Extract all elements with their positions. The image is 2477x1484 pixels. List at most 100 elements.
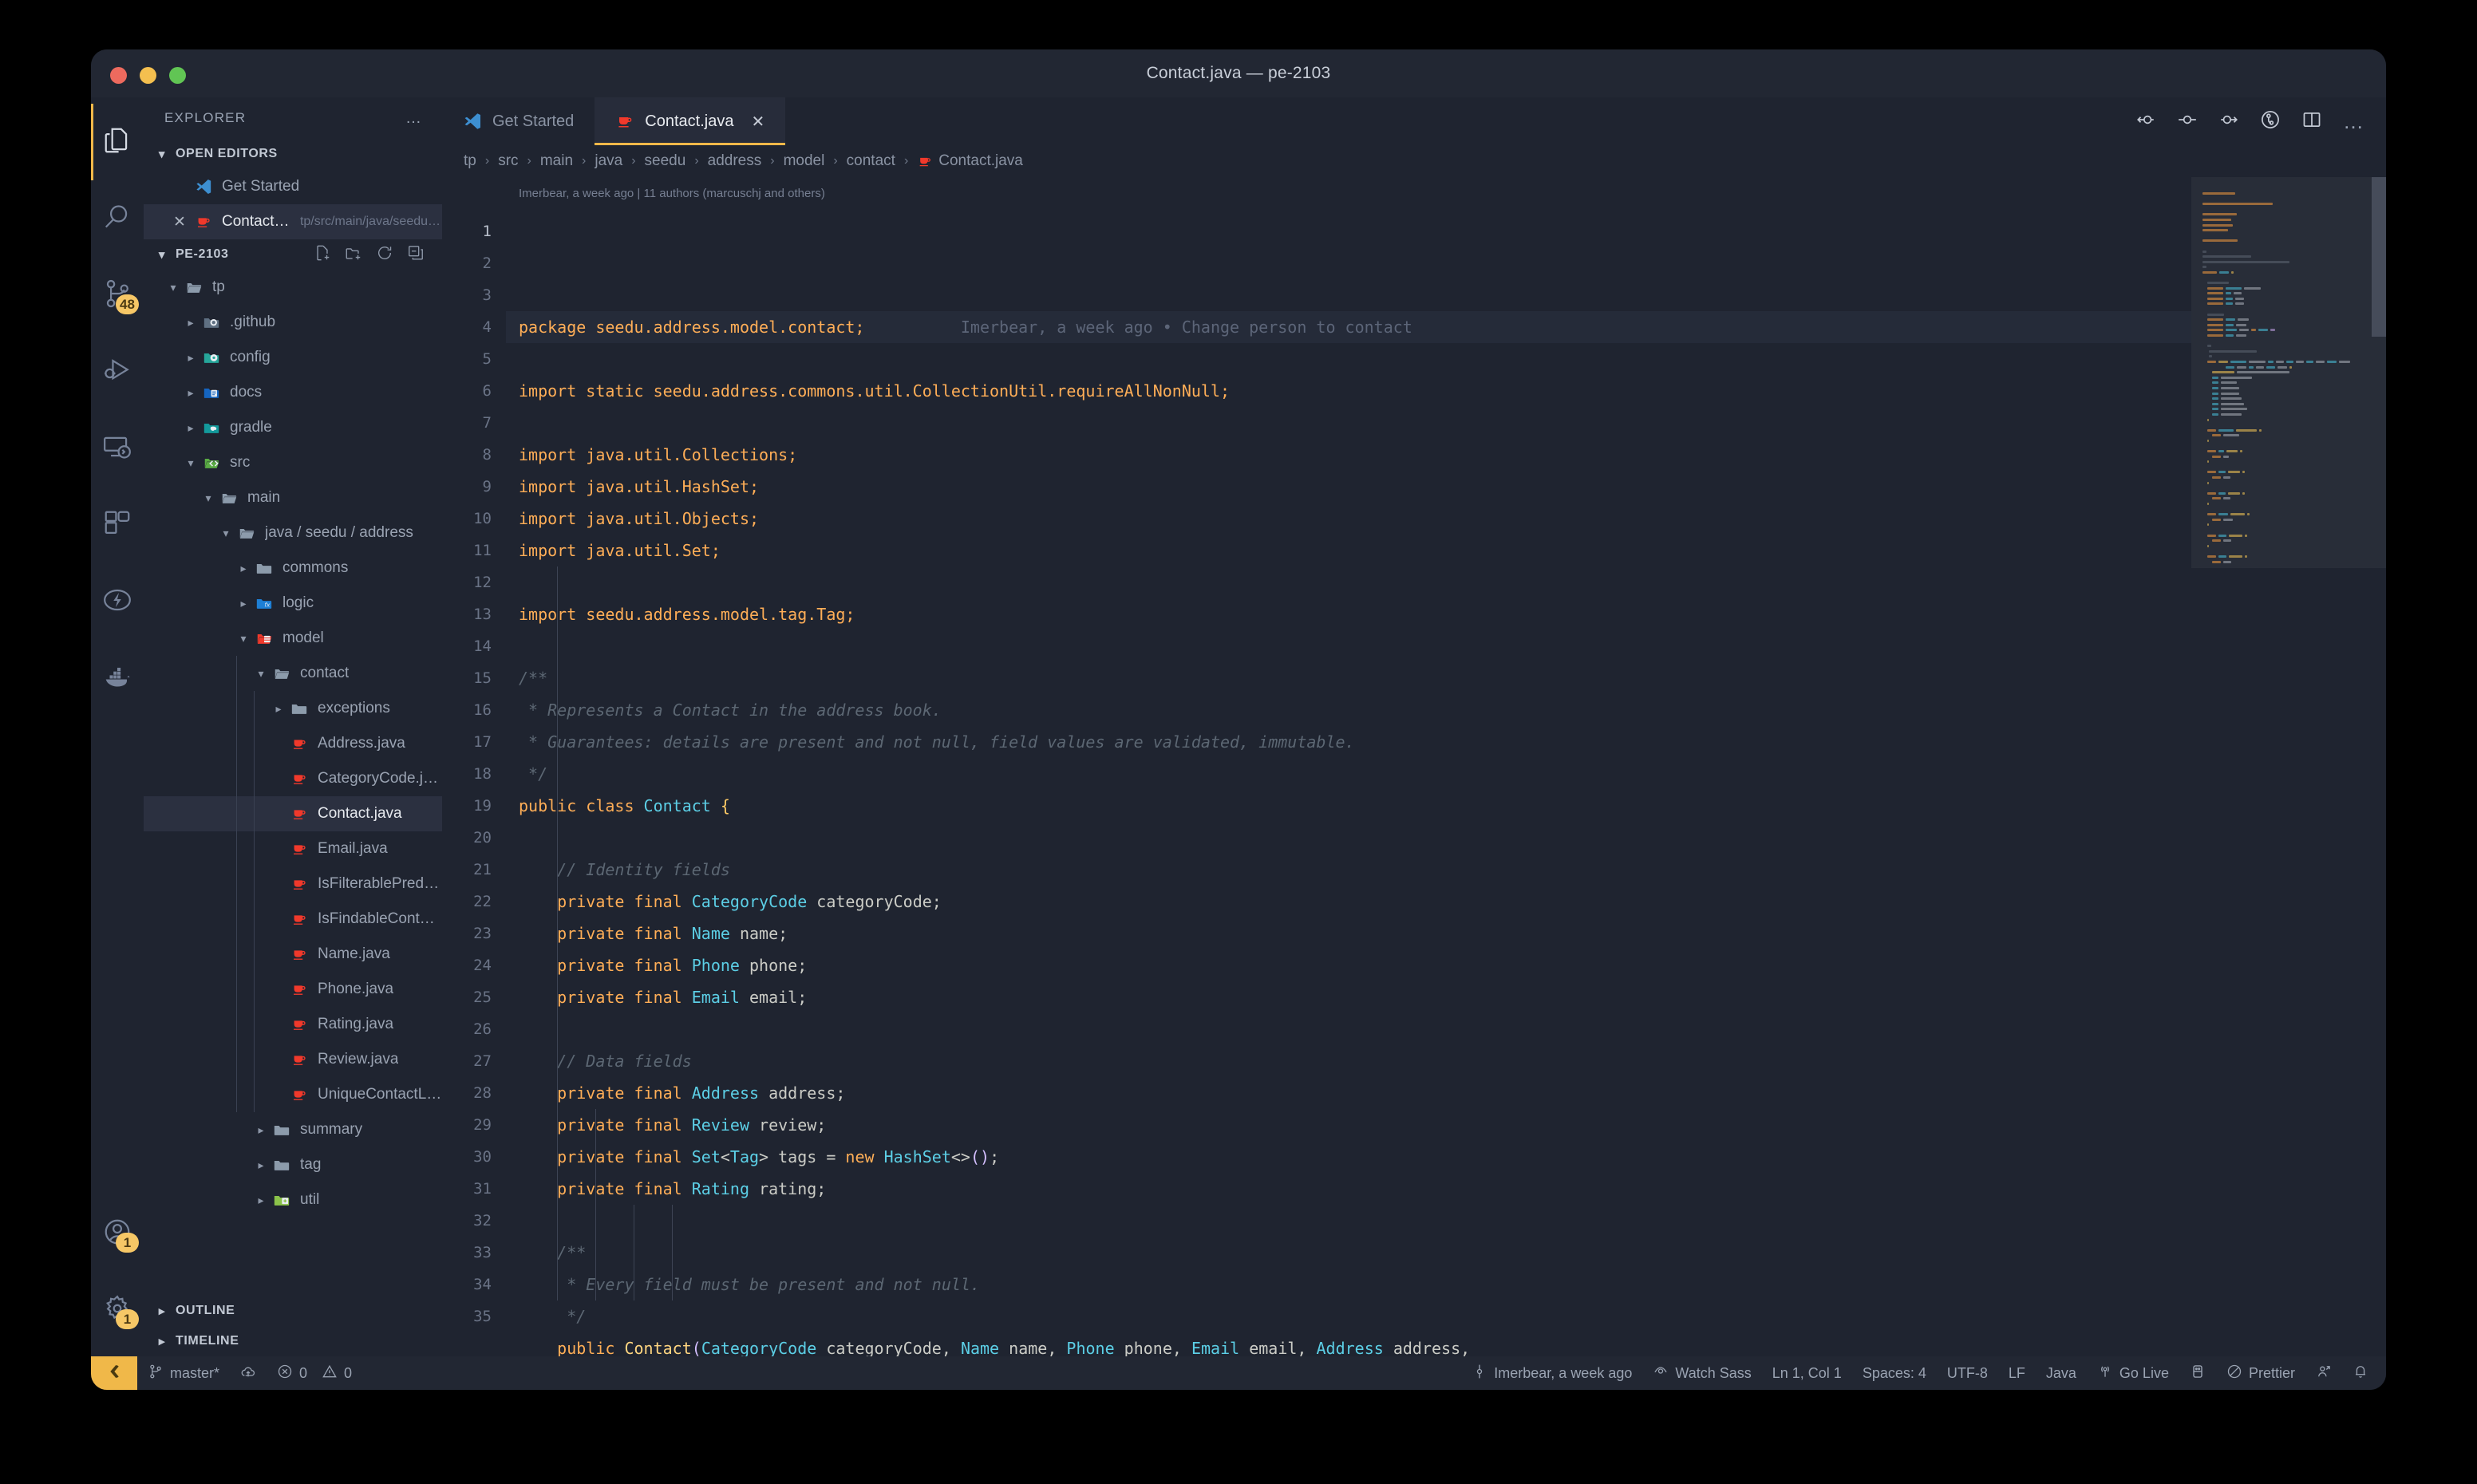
section-project-root[interactable]: ▾ PE-2103 bbox=[144, 239, 442, 270]
code-line[interactable]: import java.util.Set; bbox=[506, 535, 2191, 566]
tree-folder-item[interactable]: ▸util bbox=[144, 1182, 442, 1218]
tree-folder-item[interactable]: ▸summary bbox=[144, 1112, 442, 1147]
tree-folder-item[interactable]: ▾main bbox=[144, 480, 442, 515]
minimize-window-button[interactable] bbox=[140, 67, 156, 84]
code-content[interactable]: Imerbear, a week ago | 11 authors (marcu… bbox=[506, 177, 2191, 1356]
status-branch[interactable]: master* bbox=[137, 1356, 230, 1390]
status-gitlens[interactable] bbox=[2179, 1356, 2216, 1390]
activity-item-accounts[interactable]: 1 bbox=[91, 1195, 144, 1272]
tree-file-item[interactable]: Phone.java bbox=[144, 972, 442, 1007]
activity-item-run-and-debug[interactable] bbox=[91, 334, 144, 410]
code-line[interactable]: private final Name name; bbox=[506, 918, 2191, 949]
open-editor-item-get-started[interactable]: Get Started bbox=[144, 169, 442, 204]
code-line[interactable]: import java.util.Collections; bbox=[506, 439, 2191, 471]
code-line[interactable]: * Guarantees: details are present and no… bbox=[506, 726, 2191, 758]
tree-file-item[interactable]: Rating.java bbox=[144, 1007, 442, 1042]
code-editor[interactable]: 1234567891011121314151617181920212223242… bbox=[442, 177, 2386, 1356]
new-folder-icon[interactable] bbox=[345, 244, 362, 266]
code-line[interactable]: */ bbox=[506, 1300, 2191, 1332]
tree-folder-item[interactable]: ▸commons bbox=[144, 551, 442, 586]
tree-folder-item[interactable]: ▸config bbox=[144, 340, 442, 375]
tab-contact-java[interactable]: Contact.java ✕ bbox=[595, 97, 785, 145]
close-tab-icon[interactable]: ✕ bbox=[751, 112, 764, 132]
tab-get-started[interactable]: Get Started bbox=[442, 97, 595, 145]
code-line[interactable]: /** bbox=[506, 662, 2191, 694]
sidebar-more-actions-icon[interactable]: … bbox=[405, 109, 423, 128]
status-encoding[interactable]: UTF-8 bbox=[1937, 1356, 1998, 1390]
breadcrumb-item[interactable]: java bbox=[592, 152, 625, 170]
tree-folder-item[interactable]: ▸tag bbox=[144, 1147, 442, 1182]
collapse-all-icon[interactable] bbox=[407, 244, 425, 266]
code-line[interactable]: private final Set<Tag> tags = new HashSe… bbox=[506, 1141, 2191, 1173]
code-line[interactable] bbox=[506, 630, 2191, 662]
tree-folder-item[interactable]: ▾src bbox=[144, 445, 442, 480]
section-outline[interactable]: ▸ OUTLINE bbox=[144, 1296, 442, 1326]
new-file-icon[interactable] bbox=[314, 244, 331, 266]
tree-folder-item[interactable]: ▸.github bbox=[144, 305, 442, 340]
section-timeline[interactable]: ▸ TIMELINE bbox=[144, 1326, 442, 1356]
activity-item-search[interactable] bbox=[91, 180, 144, 257]
maximize-window-button[interactable] bbox=[169, 67, 186, 84]
tree-file-item[interactable]: Contact.java bbox=[144, 796, 442, 831]
code-line[interactable]: // Data fields bbox=[506, 1045, 2191, 1077]
status-prettier[interactable]: Prettier bbox=[2216, 1356, 2305, 1390]
breadcrumb-item[interactable]: src bbox=[496, 152, 520, 170]
code-line[interactable] bbox=[506, 822, 2191, 854]
breadcrumb-item[interactable]: seedu bbox=[642, 152, 689, 170]
tree-folder-item[interactable]: ▾contact bbox=[144, 656, 442, 691]
status-indentation[interactable]: Spaces: 4 bbox=[1852, 1356, 1937, 1390]
breadcrumb-item[interactable]: tp bbox=[461, 152, 479, 170]
code-line[interactable]: private final Rating rating; bbox=[506, 1173, 2191, 1205]
status-live-share[interactable] bbox=[2305, 1356, 2342, 1390]
code-line[interactable] bbox=[506, 566, 2191, 598]
breadcrumb-item[interactable]: Contact.java bbox=[915, 152, 1025, 170]
status-go-live[interactable]: Go Live bbox=[2087, 1356, 2179, 1390]
code-line[interactable] bbox=[506, 1013, 2191, 1045]
code-line[interactable]: private final Review review; bbox=[506, 1109, 2191, 1141]
breadcrumb-item[interactable]: main bbox=[538, 152, 575, 170]
code-line[interactable] bbox=[506, 1205, 2191, 1237]
code-line[interactable]: /** bbox=[506, 1237, 2191, 1269]
minimap[interactable] bbox=[2191, 177, 2386, 1356]
tree-folder-item[interactable]: ▸exceptions bbox=[144, 691, 442, 726]
tree-folder-item[interactable]: ▾model bbox=[144, 621, 442, 656]
code-line[interactable]: public class Contact { bbox=[506, 790, 2191, 822]
go-forward-icon[interactable] bbox=[2218, 109, 2239, 134]
code-line[interactable]: // Identity fields bbox=[506, 854, 2191, 886]
activity-item-docker[interactable] bbox=[91, 640, 144, 716]
status-git-blame[interactable]: Imerbear, a week ago bbox=[1461, 1356, 1642, 1390]
code-line[interactable]: * Represents a Contact in the address bo… bbox=[506, 694, 2191, 726]
breadcrumb-item[interactable]: contact bbox=[844, 152, 898, 170]
code-line[interactable]: * Every field must be present and not nu… bbox=[506, 1269, 2191, 1300]
tree-file-item[interactable]: IsFilterablePredicate.java bbox=[144, 866, 442, 902]
activity-item-source-control[interactable]: 48 bbox=[91, 257, 144, 334]
tree-file-item[interactable]: Name.java bbox=[144, 937, 442, 972]
commit-icon[interactable] bbox=[2177, 109, 2198, 134]
close-window-button[interactable] bbox=[110, 67, 127, 84]
status-sync[interactable] bbox=[230, 1356, 267, 1390]
code-line[interactable]: private final Email email; bbox=[506, 981, 2191, 1013]
refresh-icon[interactable] bbox=[376, 244, 393, 266]
code-line[interactable]: import seedu.address.model.tag.Tag; bbox=[506, 598, 2191, 630]
activity-item-remote-explorer[interactable] bbox=[91, 410, 144, 487]
go-back-icon[interactable] bbox=[2135, 109, 2156, 134]
code-line[interactable]: private final Address address; bbox=[506, 1077, 2191, 1109]
editor-scrollbar[interactable] bbox=[2372, 177, 2386, 337]
activity-item-extensions[interactable] bbox=[91, 487, 144, 563]
tree-folder-item[interactable]: ▾tp bbox=[144, 270, 442, 305]
code-line[interactable]: import java.util.HashSet; bbox=[506, 471, 2191, 503]
close-editor-icon[interactable]: ✕ bbox=[168, 213, 192, 231]
code-line[interactable]: package seedu.address.model.contact; Ime… bbox=[506, 311, 2191, 343]
status-notifications[interactable] bbox=[2342, 1356, 2386, 1390]
status-language-mode[interactable]: Java bbox=[2036, 1356, 2087, 1390]
source-control-graph-icon[interactable] bbox=[2260, 109, 2281, 134]
section-open-editors[interactable]: ▾ OPEN EDITORS bbox=[144, 139, 442, 169]
tree-folder-item[interactable]: ▸gradle bbox=[144, 410, 442, 445]
code-line[interactable]: import static seedu.address.commons.util… bbox=[506, 375, 2191, 407]
tree-file-item[interactable]: Address.java bbox=[144, 726, 442, 761]
code-line[interactable]: public Contact(CategoryCode categoryCode… bbox=[506, 1332, 2191, 1356]
tree-folder-item[interactable]: ▾java / seedu / address bbox=[144, 515, 442, 551]
tree-folder-item[interactable]: ▸fxlogic bbox=[144, 586, 442, 621]
breadcrumb-item[interactable]: address bbox=[705, 152, 764, 170]
tree-file-item[interactable]: Review.java bbox=[144, 1042, 442, 1077]
